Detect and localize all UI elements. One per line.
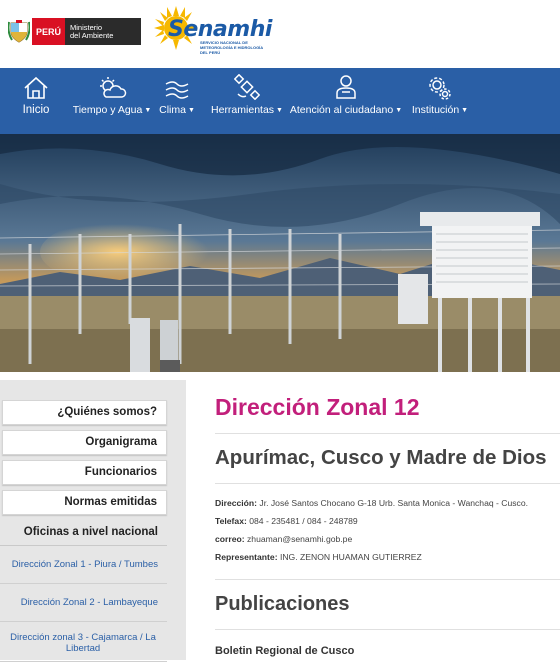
nav-atencion-label: Atención al ciudadano [289,104,394,116]
sidebar-heading-oficinas[interactable]: Oficinas a nivel nacional [0,520,167,546]
sidebar-link-zonal-2[interactable]: Dirección Zonal 2 - Lambayeque [0,584,167,622]
nav-inicio-label: Inicio [22,104,50,116]
divider [215,433,560,434]
peru-coat-of-arms-icon [8,20,30,43]
sidebar: ¿Quiénes somos? Organigrama Funcionarios… [0,380,186,662]
gears-icon [429,77,451,100]
main-nav: Inicio Tiempo y Agua ▼ Clima ▼ Herramien… [0,68,560,134]
sun-cloud-icon [100,77,127,98]
caret-down-icon: ▼ [461,106,469,114]
representante-value: ING. ZENON HUAMAN GUTIERREZ [277,552,422,562]
wind-icon [165,81,189,99]
person-icon [336,75,356,99]
publicaciones-heading: Publicaciones [215,593,350,615]
sidebar-item-normas-emitidas[interactable]: Normas emitidas [2,490,167,515]
info-direccion: Dirección: Jr. José Santos Chocano G-18 … [215,498,528,508]
ministerio-logo[interactable]: PERÚ Ministerio del Ambiente [32,18,142,45]
sidebar-item-funcionarios[interactable]: Funcionarios [2,460,167,485]
boletin-regional-link[interactable]: Boletin Regional de Cusco [215,645,354,657]
hero-banner-image [0,134,560,372]
nav-institucion-label: Institución [411,104,460,116]
telefax-label: Telefax: [215,516,247,526]
sidebar-item-organigrama[interactable]: Organigrama [2,430,167,455]
sidebar-link-zonal-3[interactable]: Dirección zonal 3 - Cajamarca / La Liber… [0,622,167,662]
direccion-label: Dirección: [215,498,258,508]
nav-institucion[interactable]: Institución ▼ [400,68,480,134]
brand-header: PERÚ Ministerio del Ambiente Senamhi SER… [0,0,560,68]
divider [215,579,560,580]
ministerio-label: Ministerio del Ambiente [65,18,142,45]
home-icon [24,76,48,99]
caret-down-icon: ▼ [187,106,195,114]
region-subtitle: Apurímac, Cusco y Madre de Dios [215,446,547,469]
senamhi-logo-subtitle: SERVICIO NACIONAL DE METEOROLOGÍA E HIDR… [200,40,264,55]
nav-tiempo-label: Tiempo y Agua [72,104,143,116]
nav-inicio[interactable]: Inicio [0,68,72,134]
correo-value[interactable]: zhuaman@senamhi.gob.pe [245,534,352,544]
nav-tiempo-y-agua[interactable]: Tiempo y Agua ▼ [72,68,152,134]
info-representante: Representante: ING. ZENON HUAMAN GUTIERR… [215,552,422,562]
peru-label: PERÚ [32,18,66,45]
nav-herramientas-label: Herramientas [211,104,275,116]
info-telefax: Telefax: 084 - 235481 / 084 - 248789 [215,516,358,526]
nav-clima[interactable]: Clima ▼ [152,68,202,134]
nav-herramientas[interactable]: Herramientas ▼ [202,68,292,134]
nav-atencion-ciudadano[interactable]: Atención al ciudadano ▼ [289,68,402,134]
divider [215,629,560,630]
direccion-value: Jr. José Santos Chocano G-18 Urb. Santa … [257,498,529,508]
senamhi-logo-text[interactable]: Senamhi [168,17,272,42]
divider [215,483,560,484]
sidebar-link-zonal-1[interactable]: Dirección Zonal 1 - Piura / Tumbes [0,546,167,584]
sidebar-item-quienes-somos[interactable]: ¿Quiénes somos? [2,400,167,425]
ministerio-line2: del Ambiente [70,30,114,40]
telefax-value: 084 - 235481 / 084 - 248789 [246,516,358,526]
page-title: Dirección Zonal 12 [215,394,420,420]
satellite-icon [234,74,260,100]
caret-down-icon: ▼ [144,106,152,114]
nav-clima-label: Clima [159,104,186,116]
representante-label: Representante: [215,552,278,562]
caret-down-icon: ▼ [276,106,283,114]
correo-label: correo: [215,534,245,544]
info-correo: correo: zhuaman@senamhi.gob.pe [215,534,352,544]
